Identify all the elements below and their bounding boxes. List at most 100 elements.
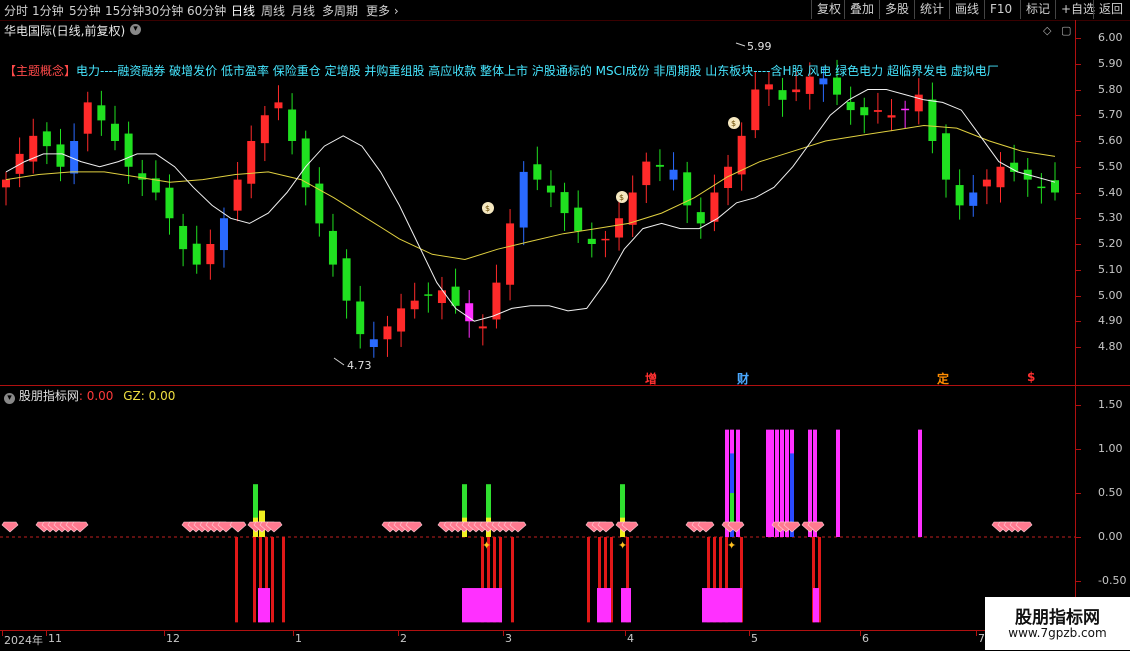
- price-label: 5.90: [1098, 56, 1123, 70]
- candle-body: [710, 192, 719, 222]
- stock-title: 华电国际(日线,前复权): [4, 24, 126, 38]
- indicator-bar: [271, 537, 274, 623]
- price-tick: [1076, 89, 1081, 91]
- panel-toggle-icon[interactable]: ▢: [1061, 24, 1071, 37]
- candle-body: [97, 105, 106, 121]
- candle-body: [2, 179, 10, 188]
- date-tick: [749, 631, 750, 636]
- date-tick: [625, 631, 626, 636]
- candle-body: [192, 243, 201, 265]
- candle-body: [165, 187, 174, 219]
- period-15min[interactable]: 15分钟: [105, 2, 144, 19]
- candle-body: [615, 218, 624, 238]
- price-label: 5.50: [1098, 159, 1123, 173]
- indicator-bar: [621, 588, 631, 623]
- candle-body: [437, 290, 446, 304]
- candle-body: [478, 326, 487, 329]
- candle-body: [247, 141, 256, 184]
- price-label: 4.80: [1098, 340, 1123, 353]
- candle-body: [465, 303, 474, 322]
- candle-body: [683, 172, 692, 206]
- price-tick: [1076, 192, 1081, 194]
- candle-body: [805, 76, 814, 94]
- price-tick: [1076, 269, 1081, 271]
- period-60min[interactable]: 60分钟: [187, 2, 226, 19]
- indicator-axis-label: 0.50: [1098, 486, 1123, 499]
- date-label: 12: [166, 632, 180, 645]
- candle-body: [778, 90, 787, 100]
- chevron-down-icon[interactable]: ▾: [130, 24, 141, 35]
- indicator-bar: [462, 588, 502, 623]
- ma-yellow-line: [5, 124, 1056, 261]
- candle-body: [792, 89, 801, 93]
- indicator-bar: [725, 429, 729, 537]
- period-5min[interactable]: 5分钟: [69, 2, 101, 19]
- indicator-tick: [1076, 449, 1081, 450]
- btn-mark[interactable]: 标记: [1020, 0, 1055, 19]
- indicator-bar: [511, 537, 514, 623]
- candle-body: [56, 144, 65, 167]
- indicator-axis: 1.50 1.00 0.50 0.00 -0.50: [1075, 386, 1130, 630]
- btn-back[interactable]: 返回: [1093, 0, 1128, 19]
- price-label: 5.10: [1098, 262, 1123, 276]
- indicator-axis-label: -0.50: [1098, 574, 1127, 587]
- period-day[interactable]: 日线: [231, 2, 255, 19]
- period-30min[interactable]: 30分钟: [144, 2, 183, 19]
- high-label: 5.99: [747, 40, 772, 53]
- candle-body: [342, 258, 351, 301]
- price-label: 5.30: [1098, 211, 1123, 225]
- date-tick: [398, 631, 399, 636]
- price-tick: [1076, 115, 1081, 117]
- date-tick: [860, 631, 861, 636]
- btn-stats[interactable]: 统计: [914, 0, 949, 19]
- candle-body: [955, 185, 964, 206]
- candle-body: [887, 115, 896, 118]
- candle-body: [369, 339, 378, 347]
- period-week[interactable]: 周线: [261, 2, 285, 19]
- candle-body: [696, 212, 705, 224]
- svg-text:$: $: [485, 204, 490, 213]
- candle-body: [982, 179, 991, 187]
- btn-fuquan[interactable]: 复权: [811, 0, 846, 19]
- candle-body: [506, 223, 515, 285]
- indicator-bar: [813, 429, 817, 537]
- indicator-chart[interactable]: ✦ ✦ ✦: [0, 388, 1075, 630]
- price-tick: [1076, 218, 1081, 220]
- indicator-bar: [235, 537, 238, 623]
- indicator-axis-label: 1.50: [1098, 398, 1123, 411]
- price-tick: [1076, 166, 1081, 168]
- period-month[interactable]: 月线: [291, 2, 315, 19]
- price-label: 5.70: [1098, 108, 1123, 122]
- candle-body: [179, 225, 188, 250]
- date-label: 4: [627, 632, 634, 645]
- period-intraday[interactable]: 分时: [4, 2, 28, 19]
- indicator-bar: [736, 429, 740, 537]
- period-more[interactable]: 更多 ›: [366, 2, 399, 19]
- candle-body: [601, 238, 610, 241]
- candle-body: [110, 123, 119, 141]
- btn-f10[interactable]: F10: [984, 0, 1017, 19]
- candle-body: [833, 77, 842, 95]
- btn-multi-stock[interactable]: 多股: [879, 0, 914, 19]
- period-multi[interactable]: 多周期: [322, 2, 358, 19]
- price-label: 5.20: [1098, 237, 1123, 250]
- btn-draw[interactable]: 画线: [949, 0, 984, 19]
- candle-body: [124, 133, 133, 167]
- price-tick: [1076, 244, 1081, 245]
- btn-overlay[interactable]: 叠加: [844, 0, 879, 19]
- candle-body: [942, 133, 951, 180]
- period-1min[interactable]: 1分钟: [32, 2, 64, 19]
- candle-body: [901, 108, 910, 111]
- diamond-icon[interactable]: ◇: [1043, 24, 1051, 37]
- chart-header: 华电国际(日线,前复权) ▾: [0, 20, 1075, 40]
- indicator-bar: [785, 429, 789, 537]
- indicator-bar: [587, 537, 590, 623]
- indicator-tick: [1076, 537, 1081, 538]
- event-mark-dollar[interactable]: $: [1027, 370, 1035, 384]
- candle-body: [288, 109, 297, 141]
- candle-body: [274, 102, 283, 109]
- date-label: 2: [400, 632, 407, 645]
- candlestick-chart[interactable]: 5.99 4.73 $ $ $: [0, 40, 1075, 385]
- indicator-axis-label: 1.00: [1098, 442, 1123, 455]
- candle-body: [1037, 186, 1046, 189]
